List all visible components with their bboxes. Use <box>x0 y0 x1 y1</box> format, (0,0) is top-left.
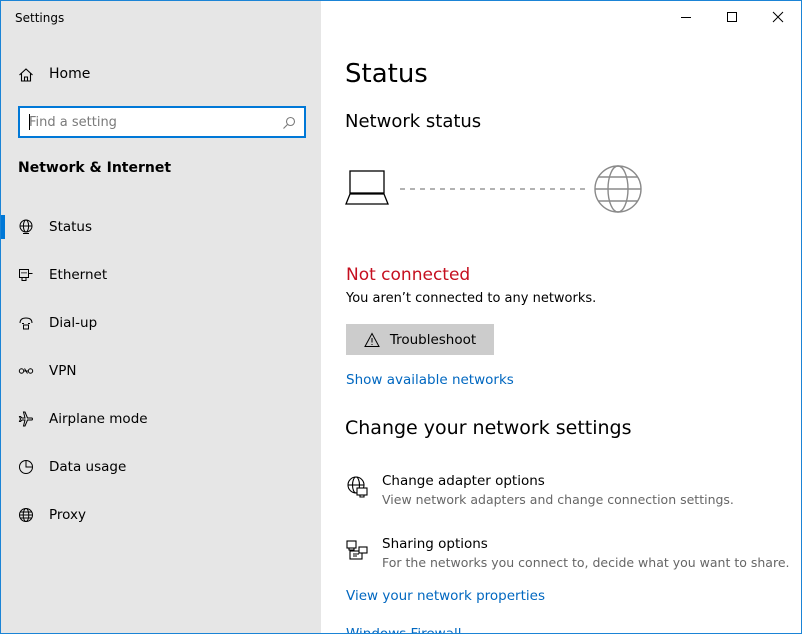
sidebar-item-label: Dial-up <box>49 315 98 331</box>
sidebar-home[interactable]: Home <box>1 59 321 91</box>
sidebar-item-vpn[interactable]: VPN <box>1 355 321 387</box>
airplane-icon <box>18 411 34 427</box>
sidebar-item-status[interactable]: Status <box>1 211 321 243</box>
sidebar-item-ethernet[interactable]: Ethernet <box>1 259 321 291</box>
network-diagram <box>345 165 642 213</box>
sharing-icon <box>345 538 369 562</box>
home-icon <box>18 67 34 83</box>
vpn-icon <box>18 363 34 379</box>
change-settings-title: Change your network settings <box>345 417 632 439</box>
home-label: Home <box>49 66 91 82</box>
windows-firewall-link[interactable]: Windows Firewall <box>346 626 461 633</box>
sidebar-item-label: Data usage <box>49 459 127 475</box>
text-caret <box>29 114 30 130</box>
search-icon[interactable] <box>282 115 296 129</box>
show-available-networks-link[interactable]: Show available networks <box>346 372 514 388</box>
connection-status-description: You aren’t connected to any networks. <box>346 291 597 306</box>
troubleshoot-button[interactable]: Troubleshoot <box>346 324 494 355</box>
search-input[interactable] <box>20 108 270 136</box>
sharing-options[interactable]: Sharing options For the networks you con… <box>345 536 795 580</box>
ethernet-icon <box>18 267 34 283</box>
sidebar-item-dial-up[interactable]: Dial-up <box>1 307 321 339</box>
sidebar-item-label: Airplane mode <box>49 411 148 427</box>
dial-up-icon <box>18 315 34 331</box>
troubleshoot-label: Troubleshoot <box>389 331 477 348</box>
globe-network-icon <box>18 219 34 235</box>
main-content: Status Network status Not connected You … <box>321 1 801 633</box>
settings-window: Settings Home Network & Internet <box>0 0 802 634</box>
search-box[interactable] <box>18 106 306 138</box>
warning-icon <box>363 331 380 348</box>
sidebar-item-airplane-mode[interactable]: Airplane mode <box>1 403 321 435</box>
internet-globe-icon <box>594 165 642 213</box>
change-adapter-options[interactable]: Change adapter options View network adap… <box>345 473 795 517</box>
option-description: View network adapters and change connect… <box>382 492 734 507</box>
connection-status: Not connected <box>346 265 471 285</box>
globe-icon <box>18 507 34 523</box>
adapter-icon <box>345 475 369 499</box>
page-title: Status <box>345 59 428 89</box>
active-indicator <box>1 215 5 239</box>
option-title: Change adapter options <box>382 473 545 489</box>
section-title: Network & Internet <box>18 160 172 176</box>
sidebar-item-label: Ethernet <box>49 267 108 283</box>
laptop-icon <box>345 170 389 205</box>
sidebar-item-label: VPN <box>49 363 77 379</box>
sidebar: Settings Home Network & Internet <box>1 1 321 633</box>
sidebar-item-data-usage[interactable]: Data usage <box>1 451 321 483</box>
window-title: Settings <box>15 11 65 25</box>
sidebar-item-label: Proxy <box>49 507 86 523</box>
network-status-title: Network status <box>345 111 482 132</box>
sidebar-item-label: Status <box>49 219 93 235</box>
sidebar-nav: Status Ethernet Dial-up VPN Airplane mod… <box>1 211 321 547</box>
view-network-properties-link[interactable]: View your network properties <box>346 588 545 604</box>
option-description: For the networks you connect to, decide … <box>382 555 790 570</box>
data-usage-icon <box>18 459 34 475</box>
sidebar-item-proxy[interactable]: Proxy <box>1 499 321 531</box>
option-title: Sharing options <box>382 536 488 552</box>
